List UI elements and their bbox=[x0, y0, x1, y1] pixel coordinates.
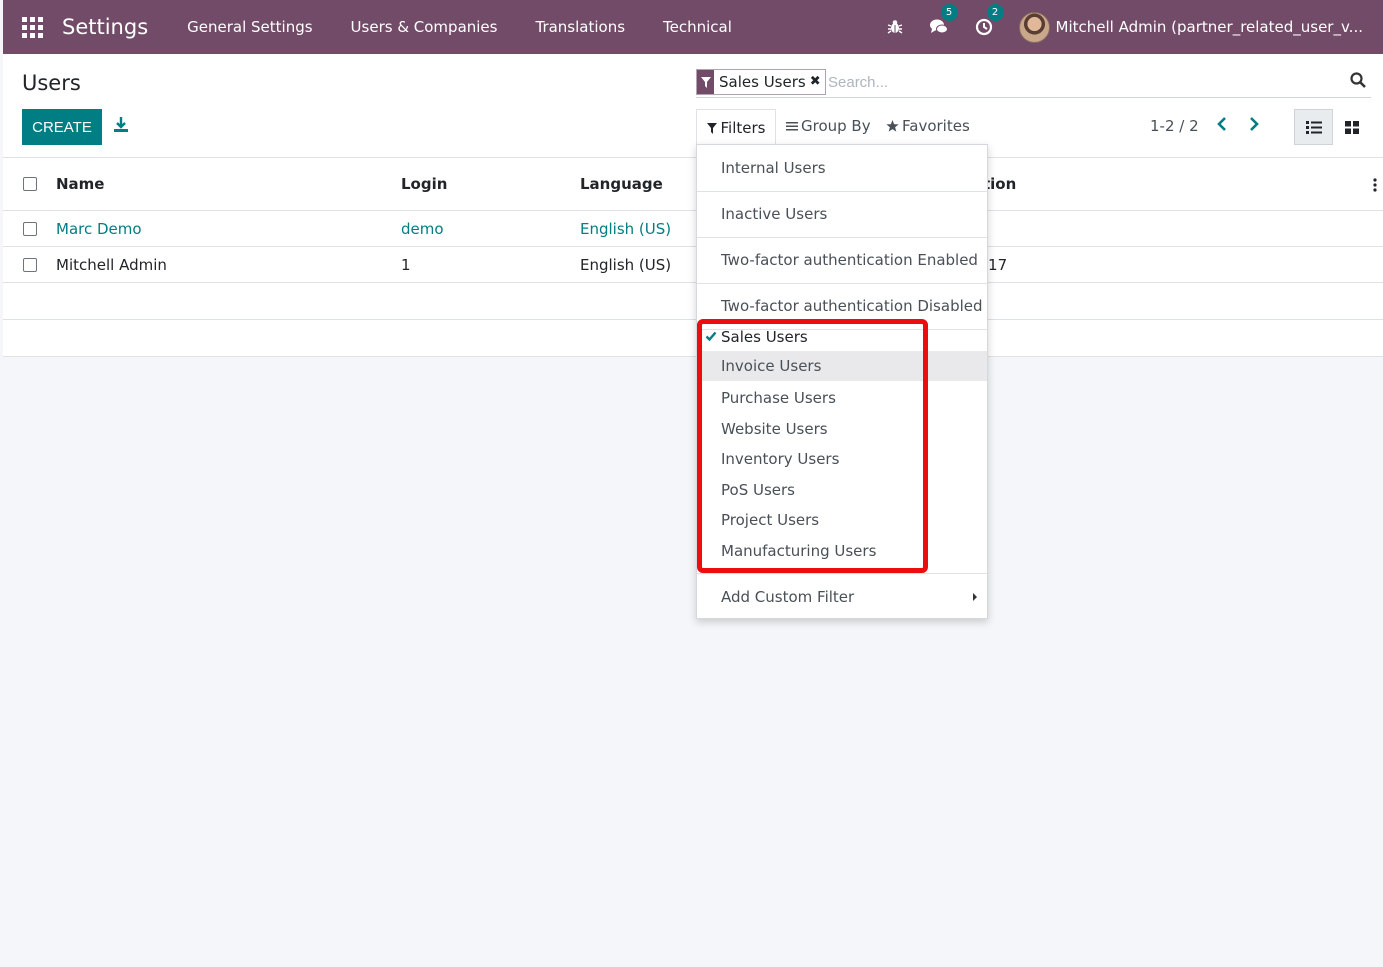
filters-label: Filters bbox=[720, 119, 766, 137]
add-custom-filter-label: Add Custom Filter bbox=[721, 588, 855, 606]
search-bar: Sales Users ✖ bbox=[696, 67, 1371, 98]
filter-pos-users[interactable]: PoS Users bbox=[697, 480, 987, 500]
optional-columns-icon[interactable] bbox=[1373, 178, 1377, 192]
filter-label: Sales Users bbox=[721, 328, 808, 346]
favorites-label: Favorites bbox=[902, 117, 970, 135]
cell-name[interactable]: Marc Demo bbox=[56, 220, 142, 238]
filters-dropdown: Internal Users Inactive Users Two-factor… bbox=[696, 144, 988, 619]
divider bbox=[697, 573, 987, 574]
activities-clock-icon[interactable]: 2 bbox=[975, 4, 1004, 36]
filter-2fa-enabled[interactable]: Two-factor authentication Enabled bbox=[697, 250, 987, 270]
row-checkbox[interactable] bbox=[23, 222, 37, 236]
filter-purchase-users[interactable]: Purchase Users bbox=[697, 388, 987, 408]
pager-next-icon[interactable] bbox=[1248, 116, 1264, 136]
menu-users-companies[interactable]: Users & Companies bbox=[332, 18, 517, 36]
filter-website-users[interactable]: Website Users bbox=[697, 419, 987, 439]
cell-language[interactable]: English (US) bbox=[580, 220, 671, 238]
row-checkbox[interactable] bbox=[23, 258, 37, 272]
apps-menu-icon[interactable] bbox=[21, 16, 43, 38]
filter-sales-users[interactable]: Sales Users bbox=[697, 327, 987, 349]
filter-2fa-disabled[interactable]: Two-factor authentication Disabled bbox=[697, 296, 987, 316]
activities-badge: 2 bbox=[986, 4, 1004, 21]
check-icon bbox=[705, 331, 717, 342]
table-row[interactable]: Marc Demo demo English (US) bbox=[3, 211, 1383, 247]
user-avatar[interactable] bbox=[1018, 11, 1050, 43]
filters-toggle-button[interactable]: Filters bbox=[696, 109, 776, 146]
top-navbar: Settings General Settings Users & Compan… bbox=[3, 0, 1383, 54]
messages-icon[interactable]: 5 bbox=[929, 4, 958, 36]
add-custom-filter[interactable]: Add Custom Filter bbox=[697, 587, 987, 607]
menu-translations[interactable]: Translations bbox=[516, 18, 644, 36]
page-title: Users bbox=[22, 71, 81, 95]
star-icon bbox=[886, 120, 899, 132]
column-header-login[interactable]: Login bbox=[401, 175, 447, 193]
filter-internal-users[interactable]: Internal Users bbox=[697, 158, 987, 178]
bars-icon bbox=[786, 122, 798, 131]
pager-value[interactable]: 1-2 / 2 bbox=[1150, 117, 1199, 135]
app-title[interactable]: Settings bbox=[62, 15, 148, 39]
debug-bug-icon[interactable] bbox=[887, 19, 903, 35]
groupby-toggle-button[interactable]: Group By bbox=[786, 117, 871, 135]
filter-funnel-icon bbox=[706, 122, 717, 134]
systray: 5 2 Mitchell Admin (partner_related_user… bbox=[887, 0, 1383, 54]
search-input[interactable] bbox=[828, 70, 1328, 94]
export-download-icon[interactable] bbox=[113, 116, 131, 136]
user-menu[interactable]: Mitchell Admin (partner_related_user_v..… bbox=[1056, 18, 1363, 36]
divider bbox=[697, 237, 987, 238]
table-row[interactable]: Mitchell Admin 1 English (US) :17 bbox=[3, 247, 1383, 283]
list-view-button[interactable] bbox=[1294, 109, 1333, 145]
control-panel: Users CREATE Sales Users ✖ Filters Group… bbox=[3, 54, 1383, 158]
facet-label: Sales Users bbox=[719, 73, 806, 91]
menu-general-settings[interactable]: General Settings bbox=[168, 18, 331, 36]
empty-row bbox=[3, 320, 1383, 357]
filter-inventory-users[interactable]: Inventory Users bbox=[697, 449, 987, 469]
column-header-language[interactable]: Language bbox=[580, 175, 663, 193]
kanban-view-icon bbox=[1345, 120, 1359, 134]
search-facet: Sales Users ✖ bbox=[696, 69, 826, 95]
empty-row bbox=[3, 283, 1383, 320]
filter-invoice-users[interactable]: Invoice Users bbox=[697, 351, 987, 381]
cell-name[interactable]: Mitchell Admin bbox=[56, 256, 167, 274]
filter-project-users[interactable]: Project Users bbox=[697, 510, 987, 530]
groupby-label: Group By bbox=[801, 117, 871, 135]
divider bbox=[697, 191, 987, 192]
filter-inactive-users[interactable]: Inactive Users bbox=[697, 204, 987, 224]
filter-funnel-icon bbox=[697, 70, 714, 94]
users-list: Name Login Language tion Marc Demo demo … bbox=[3, 158, 1383, 357]
cell-login: 1 bbox=[401, 256, 411, 274]
caret-right-icon bbox=[973, 593, 977, 601]
search-icon[interactable] bbox=[1350, 72, 1368, 90]
cell-login[interactable]: demo bbox=[401, 220, 444, 238]
menu-technical[interactable]: Technical bbox=[644, 18, 751, 36]
select-all-checkbox[interactable] bbox=[23, 177, 37, 191]
list-header: Name Login Language tion bbox=[3, 158, 1383, 211]
messages-badge: 5 bbox=[940, 4, 958, 21]
column-header-name[interactable]: Name bbox=[56, 175, 104, 193]
filter-manufacturing-users[interactable]: Manufacturing Users bbox=[697, 541, 987, 561]
create-button[interactable]: CREATE bbox=[22, 109, 102, 145]
pager-previous-icon[interactable] bbox=[1216, 116, 1232, 136]
favorites-toggle-button[interactable]: Favorites bbox=[886, 117, 970, 135]
facet-remove-icon[interactable]: ✖ bbox=[810, 70, 825, 94]
divider bbox=[697, 283, 987, 284]
kanban-view-button[interactable] bbox=[1333, 109, 1371, 145]
cell-language: English (US) bbox=[580, 256, 672, 274]
list-view-icon bbox=[1305, 120, 1322, 134]
